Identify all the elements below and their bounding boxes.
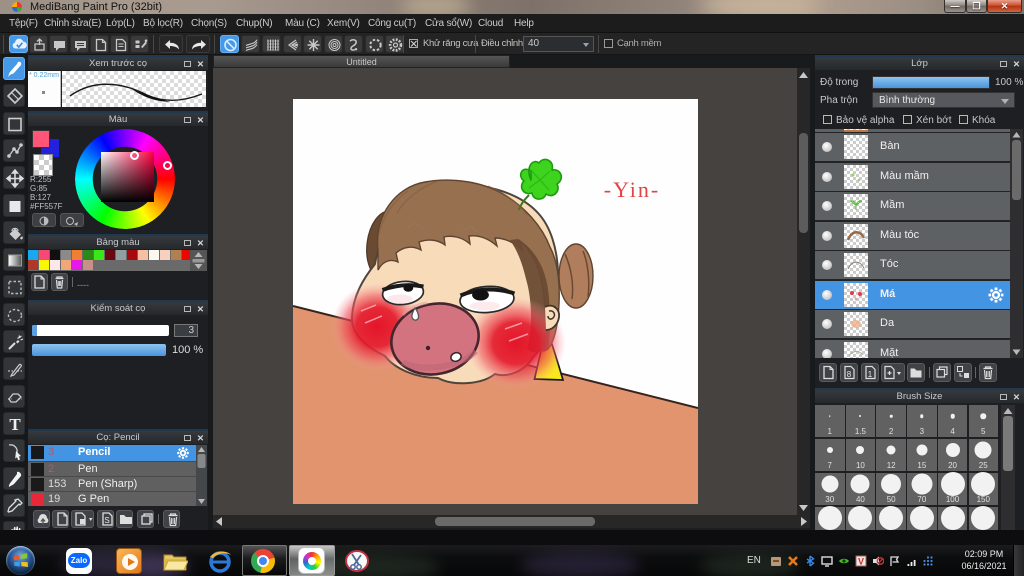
svg-text:8: 8 <box>847 370 852 379</box>
svg-text:T: T <box>9 415 21 434</box>
svg-text:-Yin-: -Yin- <box>604 177 660 202</box>
svg-text:1: 1 <box>868 370 873 379</box>
svg-text:V: V <box>858 557 864 567</box>
svg-text:S: S <box>104 516 109 525</box>
